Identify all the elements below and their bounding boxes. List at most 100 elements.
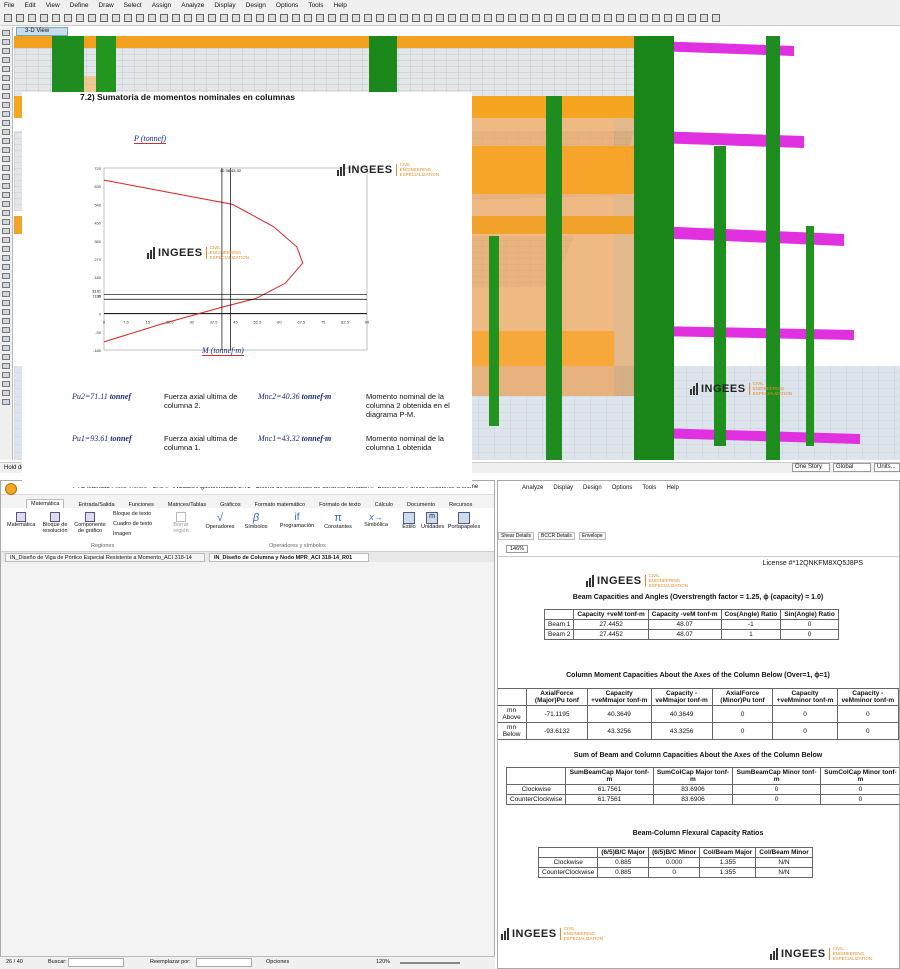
side-tool-icon[interactable] xyxy=(2,390,10,396)
toolbar-tool-icon[interactable] xyxy=(712,14,720,22)
report-menu-help[interactable]: Help xyxy=(666,485,678,491)
toolbar-tool-icon[interactable] xyxy=(304,14,312,22)
side-tool-icon[interactable] xyxy=(2,309,10,315)
side-tool-icon[interactable] xyxy=(2,273,10,279)
toolbar-tool-icon[interactable] xyxy=(328,14,336,22)
toolbar-tool-icon[interactable] xyxy=(196,14,204,22)
side-tool-icon[interactable] xyxy=(2,165,10,171)
toolbar-tool-icon[interactable] xyxy=(592,14,600,22)
report-tab[interactable]: Shear Details xyxy=(498,532,535,540)
toolbar-tool-icon[interactable] xyxy=(112,14,120,22)
side-tool-icon[interactable] xyxy=(2,336,10,342)
worksheet-page[interactable]: 7.2) Sumatoria de momentos nominales en … xyxy=(22,92,472,487)
toolbar-tool-icon[interactable] xyxy=(700,14,708,22)
side-tool-icon[interactable] xyxy=(2,102,10,108)
side-tool-icon[interactable] xyxy=(2,282,10,288)
side-tool-icon[interactable] xyxy=(2,30,10,36)
side-tool-icon[interactable] xyxy=(2,399,10,405)
side-tool-icon[interactable] xyxy=(2,39,10,45)
side-tool-icon[interactable] xyxy=(2,327,10,333)
toolbar-tool-icon[interactable] xyxy=(424,14,432,22)
toolbar-tool-icon[interactable] xyxy=(472,14,480,22)
toolbar-tool-icon[interactable] xyxy=(400,14,408,22)
options-button[interactable]: Opciones xyxy=(266,959,289,965)
side-tool-icon[interactable] xyxy=(2,237,10,243)
symbols-button[interactable]: β Símbolos xyxy=(241,512,271,530)
text-block-button[interactable]: Bloque de texto xyxy=(113,511,151,517)
toolbar-tool-icon[interactable] xyxy=(616,14,624,22)
side-tool-icon[interactable] xyxy=(2,381,10,387)
side-tool-icon[interactable] xyxy=(2,318,10,324)
side-tool-icon[interactable] xyxy=(2,300,10,306)
toolbar-tool-icon[interactable] xyxy=(544,14,552,22)
side-tool-icon[interactable] xyxy=(2,219,10,225)
solve-block-button[interactable]: Bloque de resolución xyxy=(39,512,71,534)
side-tool-icon[interactable] xyxy=(2,363,10,369)
coord-select[interactable]: Global xyxy=(833,463,871,472)
toolbar-tool-icon[interactable] xyxy=(664,14,672,22)
toolbar-tool-icon[interactable] xyxy=(520,14,528,22)
report-tab[interactable]: Envelope xyxy=(578,532,606,540)
toolbar-tool-icon[interactable] xyxy=(208,14,216,22)
side-tool-icon[interactable] xyxy=(2,75,10,81)
doc-tab-viga[interactable]: IN_Diseño de Viga de Pórtico Especial Re… xyxy=(5,553,205,562)
operators-button[interactable]: √ Operadores xyxy=(203,512,237,530)
story-select[interactable]: One Story xyxy=(792,463,830,472)
side-tool-icon[interactable] xyxy=(2,201,10,207)
units-button[interactable]: Units... xyxy=(874,463,900,472)
toolbar-tool-icon[interactable] xyxy=(496,14,504,22)
programming-button[interactable]: if Programación xyxy=(277,512,317,529)
menu-item-analyze[interactable]: Analyze xyxy=(181,2,204,9)
report-menu-design[interactable]: Design xyxy=(583,485,602,491)
side-tool-icon[interactable] xyxy=(2,129,10,135)
toolbar-tool-icon[interactable] xyxy=(412,14,420,22)
side-tool-icon[interactable] xyxy=(2,147,10,153)
units-button[interactable]: m Unidades xyxy=(421,512,444,530)
menu-item-file[interactable]: File xyxy=(4,2,14,9)
side-tool-icon[interactable] xyxy=(2,93,10,99)
toolbar-tool-icon[interactable] xyxy=(268,14,276,22)
report-zoom[interactable]: 146% xyxy=(506,545,529,553)
style-button[interactable]: Estilo xyxy=(399,512,419,530)
toolbar-tool-icon[interactable] xyxy=(352,14,360,22)
toolbar-tool-icon[interactable] xyxy=(460,14,468,22)
toolbar-tool-icon[interactable] xyxy=(388,14,396,22)
replace-input[interactable] xyxy=(196,958,252,967)
toolbar-tool-icon[interactable] xyxy=(244,14,252,22)
toolbar-tool-icon[interactable] xyxy=(376,14,384,22)
side-tool-icon[interactable] xyxy=(2,372,10,378)
side-tool-icon[interactable] xyxy=(2,174,10,180)
side-tool-icon[interactable] xyxy=(2,111,10,117)
toolbar-tool-icon[interactable] xyxy=(100,14,108,22)
report-menu-tools[interactable]: Tools xyxy=(642,485,656,491)
toolbar-tool-icon[interactable] xyxy=(676,14,684,22)
toolbar-tool-icon[interactable] xyxy=(40,14,48,22)
side-tool-icon[interactable] xyxy=(2,345,10,351)
toolbar-tool-icon[interactable] xyxy=(340,14,348,22)
toolbar-tool-icon[interactable] xyxy=(16,14,24,22)
toolbar-tool-icon[interactable] xyxy=(280,14,288,22)
toolbar-tool-icon[interactable] xyxy=(556,14,564,22)
toolbar-tool-icon[interactable] xyxy=(484,14,492,22)
menu-item-assign[interactable]: Assign xyxy=(152,2,172,9)
report-menu-analyze[interactable]: Analyze xyxy=(522,485,543,491)
toolbar-tool-icon[interactable] xyxy=(316,14,324,22)
symbolic-button[interactable]: x→ Simbólica xyxy=(359,512,393,528)
side-tool-icon[interactable] xyxy=(2,210,10,216)
toolbar-tool-icon[interactable] xyxy=(160,14,168,22)
toolbar-tool-icon[interactable] xyxy=(364,14,372,22)
toolbar-tool-icon[interactable] xyxy=(448,14,456,22)
chart-component-button[interactable]: Componente de gráfico xyxy=(73,512,107,534)
report-menu-display[interactable]: Display xyxy=(553,485,573,491)
toolbar-tool-icon[interactable] xyxy=(148,14,156,22)
zoom-slider[interactable] xyxy=(400,962,460,964)
toolbar-tool-icon[interactable] xyxy=(52,14,60,22)
toolbar-tool-icon[interactable] xyxy=(436,14,444,22)
side-tool-icon[interactable] xyxy=(2,48,10,54)
clipboard-button[interactable]: Portapapeles xyxy=(447,512,481,530)
toolbar-tool-icon[interactable] xyxy=(604,14,612,22)
toolbar-tool-icon[interactable] xyxy=(184,14,192,22)
side-tool-icon[interactable] xyxy=(2,255,10,261)
doc-tab-columna[interactable]: IN_Diseño de Columna y Nodo MPR_ACI 318-… xyxy=(209,553,369,562)
side-tool-icon[interactable] xyxy=(2,192,10,198)
